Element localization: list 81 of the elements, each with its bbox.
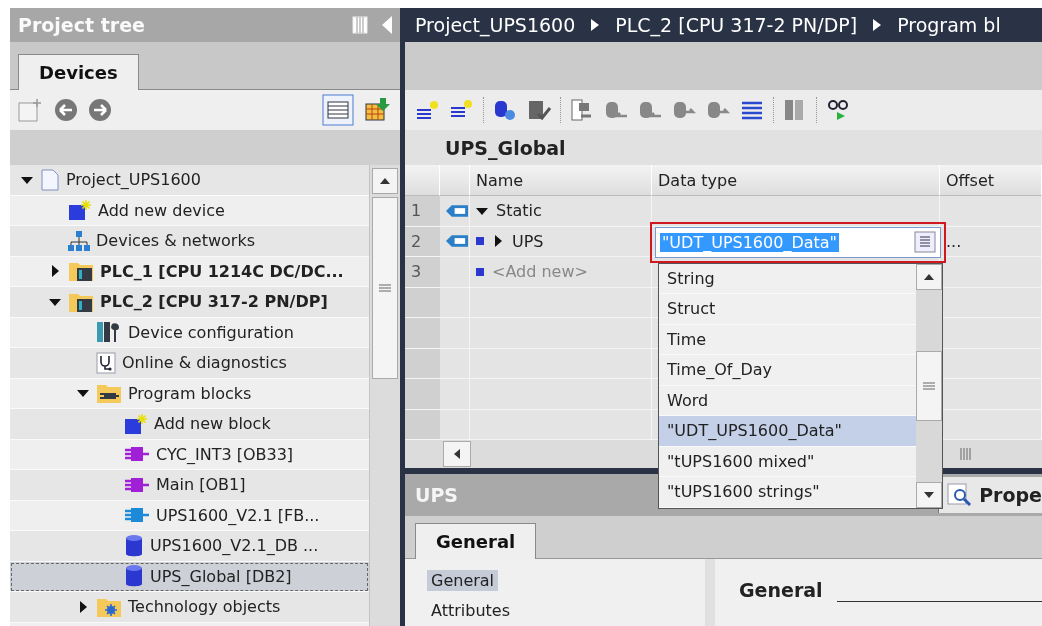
scrollbar-thumb[interactable]	[916, 350, 942, 421]
scroll-down-button[interactable]	[916, 481, 942, 508]
scroll-left-button[interactable]	[443, 441, 471, 467]
collapsed-caret-icon[interactable]	[49, 265, 61, 278]
section-item[interactable]: General	[427, 569, 499, 591]
glasses-icon[interactable]	[825, 98, 851, 122]
section-item[interactable]: Attributes	[427, 599, 514, 621]
insert-row-icon[interactable]	[415, 98, 441, 122]
table-arrow-icon[interactable]	[364, 96, 392, 124]
collapsed-caret-icon[interactable]	[492, 235, 504, 248]
breadcrumb-item[interactable]: PLC_2 [CPU 317-2 PN/DP]	[615, 14, 858, 36]
dropdown-option[interactable]: "UDT_UPS1600_Data"	[659, 416, 916, 447]
scroll-up-button[interactable]	[916, 263, 942, 290]
list-view-icon[interactable]	[322, 94, 354, 126]
row-number: 2	[405, 226, 440, 257]
tree-item[interactable]: PLC_2 [CPU 317-2 PN/DP]	[10, 287, 369, 318]
tab[interactable]: General	[415, 523, 537, 559]
table-cell	[440, 379, 470, 410]
column-header[interactable]: Name	[470, 165, 652, 196]
tab[interactable]: Devices	[18, 54, 139, 90]
new-item-icon	[124, 412, 148, 435]
offset-value: ...	[946, 231, 962, 251]
row-number-cell	[405, 348, 440, 379]
variable-name: UPS	[512, 231, 544, 251]
tree-item[interactable]: UPS_Global [DB2]	[10, 561, 369, 592]
device-tool-icon	[96, 321, 122, 344]
row-number-cell	[405, 287, 440, 318]
properties-tab[interactable]: Prope	[938, 477, 1042, 513]
tree-item[interactable]: Online & diagnostics	[10, 348, 369, 379]
magnifier-icon	[947, 483, 974, 507]
stethoscope-icon	[96, 351, 116, 374]
scrollbar-thumb[interactable]	[372, 197, 398, 379]
separator-arrow-icon	[591, 19, 600, 31]
database-icon[interactable]	[492, 98, 518, 122]
block-icon	[124, 475, 150, 494]
grip-icon	[923, 381, 935, 390]
list-icon[interactable]	[914, 231, 936, 253]
table-cell	[440, 287, 470, 318]
folder-block-icon	[96, 382, 122, 405]
scroll-up-button[interactable]	[372, 168, 398, 194]
tree-item[interactable]: Technology objects	[10, 592, 369, 623]
breadcrumb-item[interactable]: Project_UPS1600	[415, 14, 576, 36]
block-icon	[124, 506, 150, 525]
column-header[interactable]: Data type	[652, 165, 940, 196]
up-arrow-icon	[380, 178, 390, 184]
database-icon	[124, 533, 144, 558]
header-cell	[405, 165, 440, 196]
row-number: 3	[405, 257, 440, 288]
network-icon	[68, 229, 90, 252]
left-arrow-icon	[454, 449, 460, 459]
panel-title: Project tree	[18, 14, 145, 36]
folder-device-icon	[68, 260, 94, 283]
check-icon[interactable]	[526, 98, 552, 122]
grip-icon	[379, 284, 391, 292]
row-number: 1	[405, 196, 440, 227]
square-bullet-icon	[476, 267, 484, 276]
new-item-icon	[68, 199, 92, 222]
document-icon	[40, 168, 60, 191]
square-bullet-icon	[476, 237, 484, 246]
row-number-cell	[405, 318, 440, 349]
collapsed-caret-icon[interactable]	[77, 600, 89, 613]
tree-item[interactable]: Main [OB1]	[10, 470, 369, 501]
table-cell	[440, 348, 470, 379]
variable-name: Static	[496, 201, 542, 221]
block-icon	[124, 445, 150, 464]
grip-icon	[960, 448, 972, 460]
tree-item[interactable]: UPS1600_V2.1_DB ...	[10, 531, 369, 562]
block-title: UPS_Global	[405, 130, 1042, 165]
tree-item[interactable]: Devices & networks	[10, 226, 369, 257]
table-cell	[440, 318, 470, 349]
inspector-title: UPS	[415, 484, 459, 506]
separator-arrow-icon	[873, 19, 882, 31]
row-number-cell	[405, 379, 440, 410]
breadcrumb-item[interactable]: Program bl	[897, 14, 1001, 36]
column-header[interactable]: Offset	[940, 165, 1042, 196]
up-arrow-icon	[924, 273, 934, 280]
section-heading: General	[739, 579, 823, 601]
tree-item[interactable]: Add new block	[10, 409, 369, 440]
tree-item[interactable]: Project_UPS1600	[10, 165, 369, 196]
down-arrow-icon	[924, 491, 934, 498]
database-icon	[124, 564, 144, 589]
